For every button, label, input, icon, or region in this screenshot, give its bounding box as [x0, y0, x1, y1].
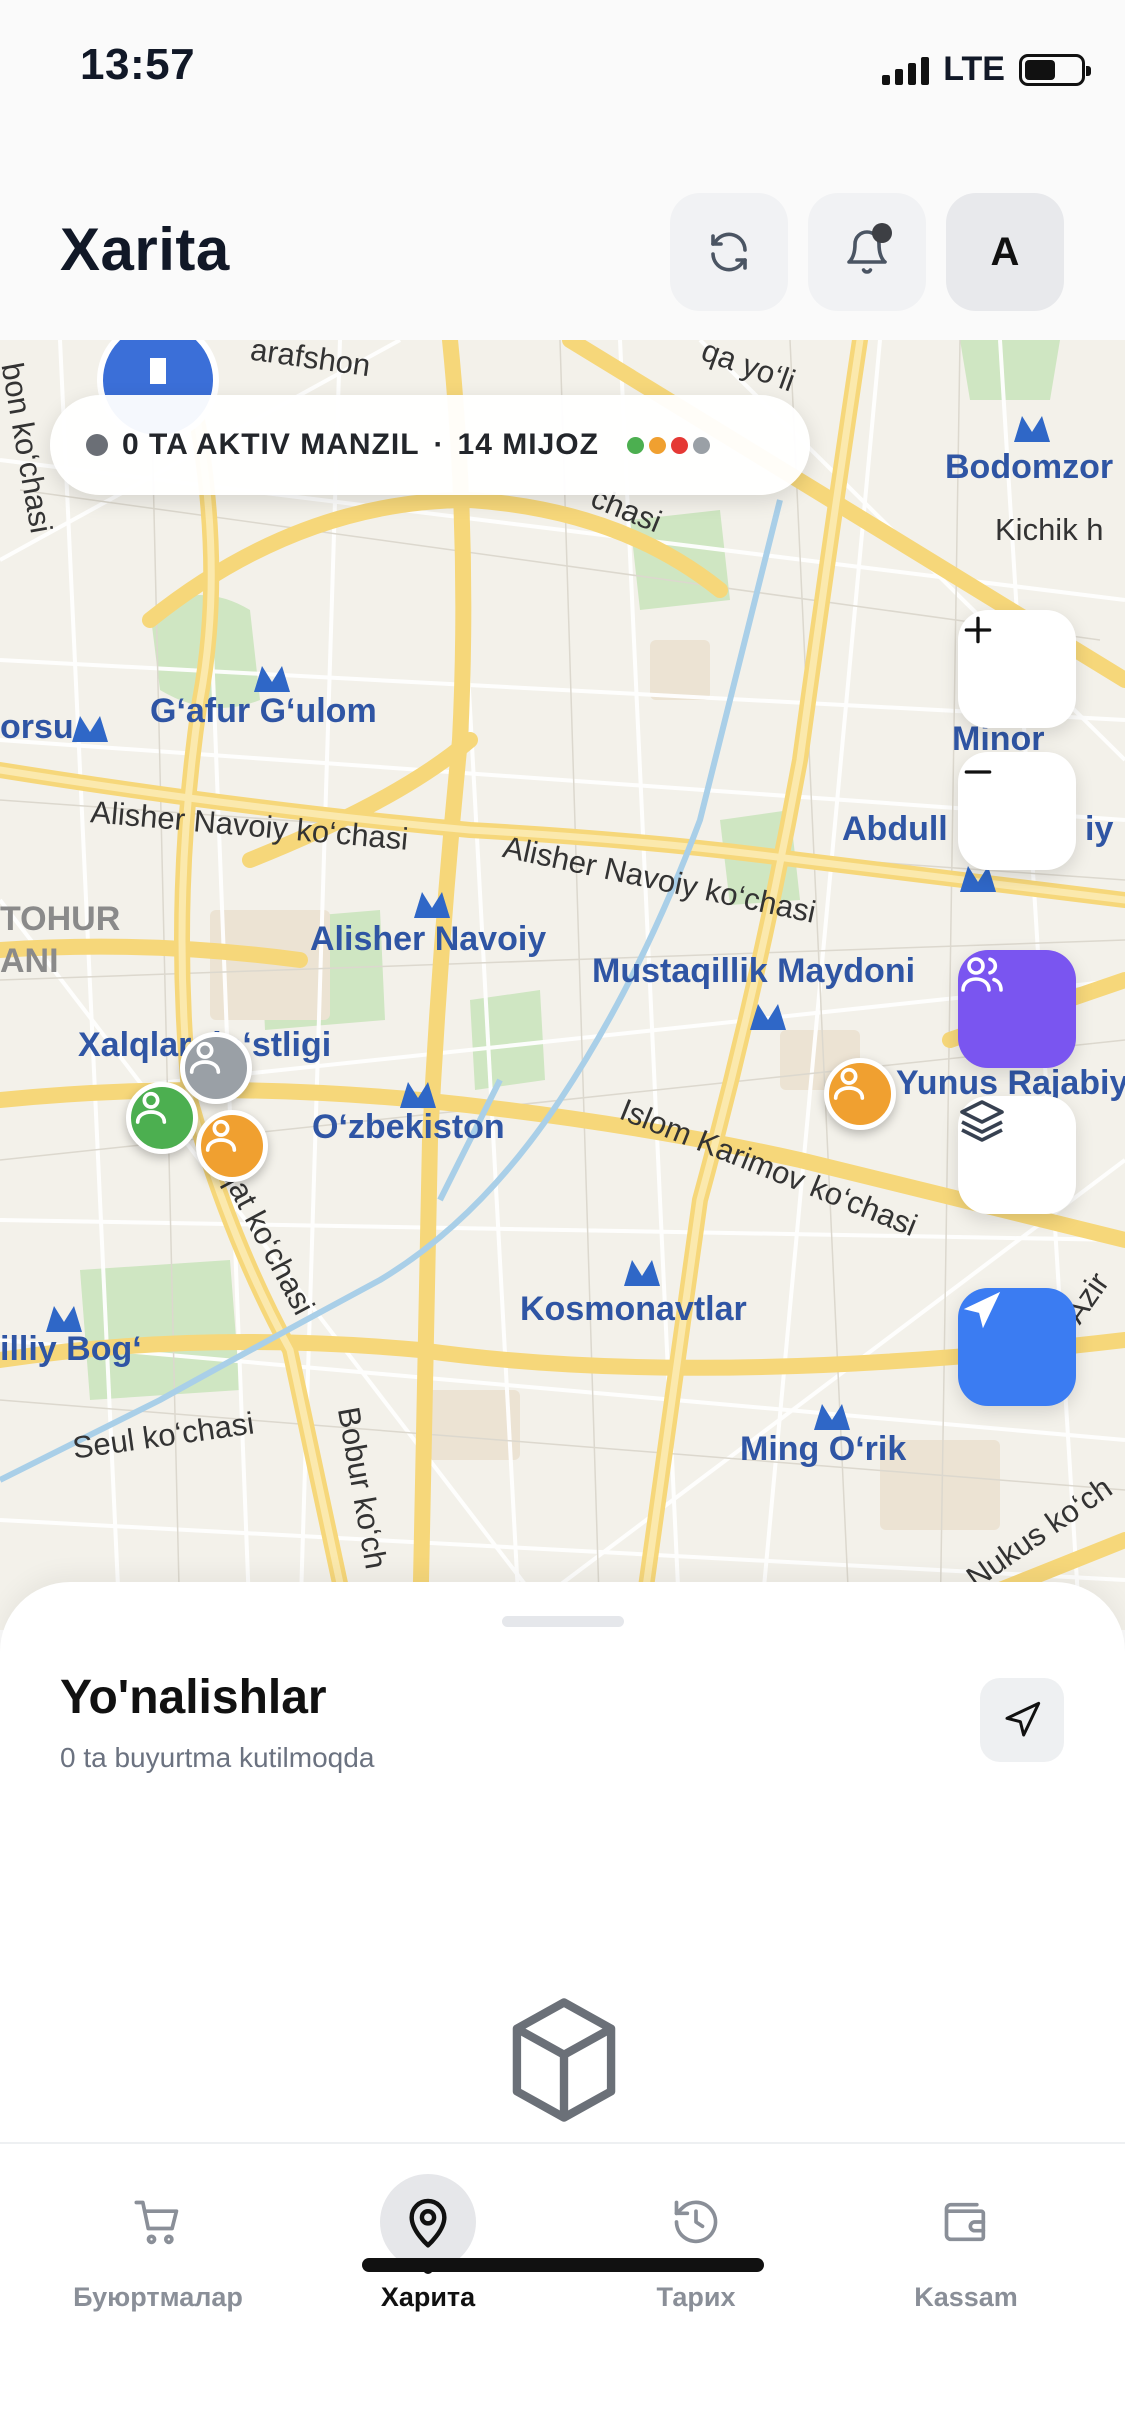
metro-icon	[1014, 416, 1050, 442]
legend-dot-orange	[648, 436, 666, 454]
status-bar: 13:57 LTE	[0, 0, 1125, 135]
metro-icon	[414, 892, 450, 918]
map-label: Kosmonavtlar	[520, 1290, 747, 1328]
sheet-subtitle: 0 ta buyurtma kutilmoqda	[60, 1742, 375, 1773]
client-marker-green[interactable]	[126, 1082, 198, 1154]
clients-button[interactable]	[958, 950, 1076, 1068]
nav-icon-wrap	[648, 2174, 744, 2270]
pill-separator: ·	[433, 428, 444, 461]
navigation-arrow-icon	[963, 1291, 1001, 1329]
nav-label: Тарих	[656, 2282, 736, 2312]
client-marker-orange[interactable]	[196, 1110, 268, 1182]
metro-icon	[400, 1082, 436, 1108]
map-label: iy	[1085, 810, 1114, 848]
wallet-icon	[944, 2202, 986, 2242]
nav-label: Kassam	[914, 2282, 1018, 2312]
metro-icon	[72, 716, 108, 742]
notification-badge	[872, 223, 892, 243]
metro-icon	[624, 1260, 660, 1286]
sheet-title: Yo'nalishlar	[60, 1671, 327, 1724]
route-navigate-button[interactable]	[980, 1678, 1064, 1762]
user-icon	[189, 1041, 221, 1074]
refresh-button[interactable]	[670, 193, 788, 311]
legend-dot-green	[626, 436, 644, 454]
battery-icon	[1019, 53, 1091, 86]
header: Xarita A	[0, 135, 1125, 340]
page-title: Xarita	[60, 216, 230, 283]
navigation-icon	[1005, 1701, 1041, 1737]
signal-icon	[882, 55, 930, 85]
map-label: ANI	[0, 942, 59, 980]
map-label: G‘afur G‘ulom	[150, 692, 377, 730]
minus-icon	[964, 770, 992, 774]
metro-icon	[750, 1004, 786, 1030]
map-label: TOHUR	[0, 900, 121, 938]
map-pin-icon	[409, 2198, 447, 2248]
network-type: LTE	[943, 50, 1005, 88]
locate-me-button[interactable]	[958, 1288, 1076, 1406]
user-icon	[833, 1067, 865, 1100]
sheet-drag-handle[interactable]	[502, 1616, 624, 1627]
nav-label: Харита	[380, 2282, 476, 2312]
nav-label: Буюртмалар	[73, 2282, 243, 2312]
nav-map[interactable]: Харита	[308, 2174, 548, 2324]
nav-history[interactable]: Тарих	[576, 2174, 816, 2324]
package-icon	[512, 1998, 616, 2122]
clients-count-text: 14 MIJOZ	[457, 428, 599, 461]
status-dot	[86, 434, 108, 456]
map-label: Abdull	[842, 810, 948, 848]
client-marker-orange[interactable]	[824, 1058, 896, 1130]
history-icon	[674, 2200, 718, 2244]
legend-dot-red	[670, 436, 688, 454]
active-addresses-text: 0 TA AKTIV MANZIL	[122, 428, 420, 461]
user-icon	[135, 1091, 167, 1124]
nav-wallet[interactable]: Kassam	[846, 2174, 1086, 2324]
active-addresses-pill: 0 TA AKTIV MANZIL · 14 MIJOZ	[50, 395, 810, 495]
cart-icon	[134, 2200, 179, 2245]
zoom-out-button[interactable]	[958, 752, 1076, 870]
nav-icon-wrap	[380, 2174, 476, 2270]
notifications-button[interactable]	[808, 193, 926, 311]
map-label: illiy Bog‘	[0, 1330, 142, 1368]
user-icon	[205, 1119, 237, 1152]
bottom-navigation: Буюртмалар Харита Тарих Kassam	[0, 2142, 1125, 2436]
users-icon	[961, 957, 1003, 992]
client-marker-grey[interactable]	[180, 1032, 252, 1104]
plus-icon	[964, 616, 992, 644]
metro-icon	[814, 1404, 850, 1430]
map-label: Kichik h	[995, 512, 1104, 547]
nav-orders[interactable]: Буюртмалар	[38, 2174, 278, 2324]
status-time: 13:57	[80, 40, 196, 89]
map-label: O‘zbekiston	[312, 1108, 505, 1146]
layers-button[interactable]	[958, 1096, 1076, 1214]
metro-icon	[254, 666, 290, 692]
map-label: Bodomzor	[945, 448, 1114, 486]
routes-sheet[interactable]: Yo'nalishlar 0 ta buyurtma kutilmoqda	[0, 1582, 1125, 2142]
map-view[interactable]: Bodomzor Kichik h G‘afur G‘ulom Minor or…	[0, 340, 1125, 1630]
map-label: orsu	[0, 708, 74, 746]
battery-level	[1025, 59, 1055, 80]
layers-icon	[960, 1100, 1004, 1142]
legend-dots	[626, 436, 710, 454]
home-indicator	[362, 2258, 764, 2272]
map-label: Mustaqillik Maydoni	[592, 952, 916, 990]
nav-icon-wrap	[918, 2174, 1014, 2270]
avatar-button[interactable]: A	[946, 193, 1064, 311]
refresh-icon	[711, 232, 747, 272]
zoom-in-button[interactable]	[958, 610, 1076, 728]
status-indicators: LTE	[882, 50, 1091, 89]
nav-icon-wrap	[110, 2174, 206, 2270]
legend-dot-grey	[692, 436, 710, 454]
map-label: Ming O‘rik	[740, 1430, 907, 1468]
map-label: Alisher Navoiy	[310, 920, 547, 958]
